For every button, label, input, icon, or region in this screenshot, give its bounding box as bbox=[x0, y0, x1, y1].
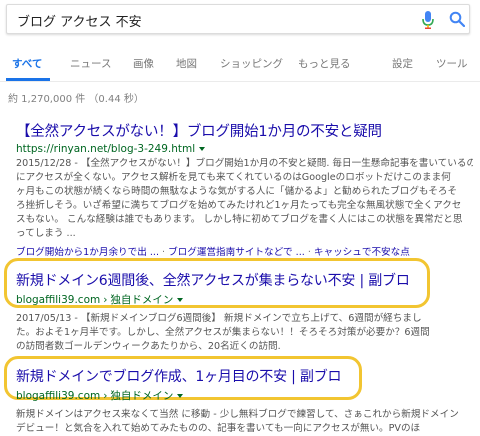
search-result: 【全然アクセスがない！】ブログ開始1か月の不安と疑問 https://rinya… bbox=[8, 120, 473, 258]
snippet-line: の訪問者数ゴールデンウィークあたりから、20名近くの訪問. bbox=[16, 341, 281, 352]
tab-images[interactable]: 画像 bbox=[133, 56, 154, 71]
result-breadcrumb[interactable]: 独自ドメイン bbox=[110, 390, 173, 402]
search-result: 新規ドメインでブログ作成、1ヶ月目の不安 | 副ブロ blogaffili39.… bbox=[8, 366, 473, 436]
tab-shopping[interactable]: ショッピング bbox=[220, 56, 283, 71]
sitelink[interactable]: ブログ開始から1か月余りで出 ... bbox=[16, 247, 159, 258]
caret-down-icon[interactable] bbox=[177, 394, 184, 398]
result-stats: 約 1,270,000 件 （0.44 秒） bbox=[8, 94, 144, 105]
snippet-line: デビュー！と気合を入れて始めてみたものの、記事を書いても一向にアクセスが無い。P… bbox=[16, 423, 421, 434]
result-url-text[interactable]: blogaffili39.com bbox=[16, 390, 100, 402]
snippet-line: 2017/05/13 - 【新規ドメインブログ6週間後】 新規ドメインで立ち上げ… bbox=[16, 313, 422, 324]
result-snippet: 2015/12/28 - 【全然アクセスがない！】ブログ開始1か月の不安と疑問.… bbox=[16, 157, 473, 241]
result-url[interactable]: https://rinyan.net/blog-3-249.html bbox=[16, 143, 473, 155]
result-snippet: 2017/05/13 - 【新規ドメインブログ6週間後】 新規ドメインで立ち上げ… bbox=[16, 312, 473, 354]
snippet-line: スもない。 こんな経験は誰でもあります。 しかし特に初めてブログを書く人にはこの… bbox=[16, 214, 463, 225]
snippet-line: にアクセスが全くない。アクセス解析を見ても来てくれているのはGoogleのロボッ… bbox=[16, 172, 451, 183]
snippet-line: 2015/12/28 - 【全然アクセスがない！】ブログ開始1か月の不安と疑問.… bbox=[16, 158, 473, 169]
tab-news[interactable]: ニュース bbox=[70, 56, 111, 71]
search-tabs: すべて ニュース 画像 地図 ショッピング もっと見る 設定 ツール bbox=[0, 50, 480, 81]
result-sitelinks: ブログ開始から1か月余りで出 ... · ブログ運営指南サイトなどで ... · キャッ… bbox=[16, 247, 410, 258]
result-url[interactable]: blogaffili39.com › 独自ドメイン bbox=[16, 388, 473, 403]
tab-all[interactable]: すべて bbox=[12, 56, 42, 71]
result-breadcrumb[interactable]: 独自ドメイン bbox=[110, 294, 173, 306]
tab-settings[interactable]: 設定 bbox=[392, 56, 413, 71]
sitelink[interactable]: ブログ運営指南サイトなどで ... bbox=[168, 247, 305, 258]
result-url-text[interactable]: https://rinyan.net/blog-3-249.html bbox=[16, 143, 195, 155]
sitelink[interactable]: キャッシュで不安な点 bbox=[314, 247, 410, 258]
result-url[interactable]: blogaffili39.com › 独自ドメイン bbox=[16, 292, 473, 307]
snippet-line: た。およそ1ヶ月半です。しかし、全然アクセスが集まらない！！そろそろ対策が必要か… bbox=[16, 327, 430, 338]
search-icon[interactable] bbox=[449, 11, 466, 31]
snippet-line: ってしまう ... bbox=[16, 228, 76, 239]
tab-more[interactable]: もっと見る bbox=[298, 56, 351, 71]
result-url-text[interactable]: blogaffili39.com bbox=[16, 294, 100, 306]
search-box[interactable]: ブログ アクセス 不安 bbox=[6, 4, 470, 34]
caret-down-icon[interactable] bbox=[199, 147, 206, 151]
snippet-line: ろ挫折しそう。いざ希望に満ちてブログを始めてみたけれど1ヶ月たっても完全な無風状… bbox=[16, 200, 462, 211]
result-title-link[interactable]: 新規ドメイン6週間後、全然アクセスが集まらない不安 | 副ブロ bbox=[16, 270, 473, 290]
search-result: 新規ドメイン6週間後、全然アクセスが集まらない不安 | 副ブロ blogaffi… bbox=[8, 270, 473, 354]
tabs-divider bbox=[0, 81, 480, 82]
tab-tools[interactable]: ツール bbox=[436, 56, 468, 71]
search-input[interactable]: ブログ アクセス 不安 bbox=[17, 11, 142, 30]
caret-down-icon[interactable] bbox=[177, 298, 184, 302]
result-title-link[interactable]: 【全然アクセスがない！】ブログ開始1か月の不安と疑問 bbox=[16, 120, 473, 141]
result-snippet: 新規ドメインはアクセス来なくて当然 に移動 - 少し無料ブログで練習して、さぁこ… bbox=[16, 408, 473, 436]
microphone-icon[interactable] bbox=[421, 11, 435, 33]
snippet-line: 新規ドメインはアクセス来なくて当然 に移動 - 少し無料ブログで練習して、さぁこ… bbox=[16, 409, 459, 420]
tab-maps[interactable]: 地図 bbox=[176, 56, 197, 71]
snippet-line: ヶ月もこの状態が続くなら時間の無駄なような気がする人に「儲かるよ」と勧められたブ… bbox=[16, 186, 458, 197]
result-title-link[interactable]: 新規ドメインでブログ作成、1ヶ月目の不安 | 副ブロ bbox=[16, 366, 473, 386]
